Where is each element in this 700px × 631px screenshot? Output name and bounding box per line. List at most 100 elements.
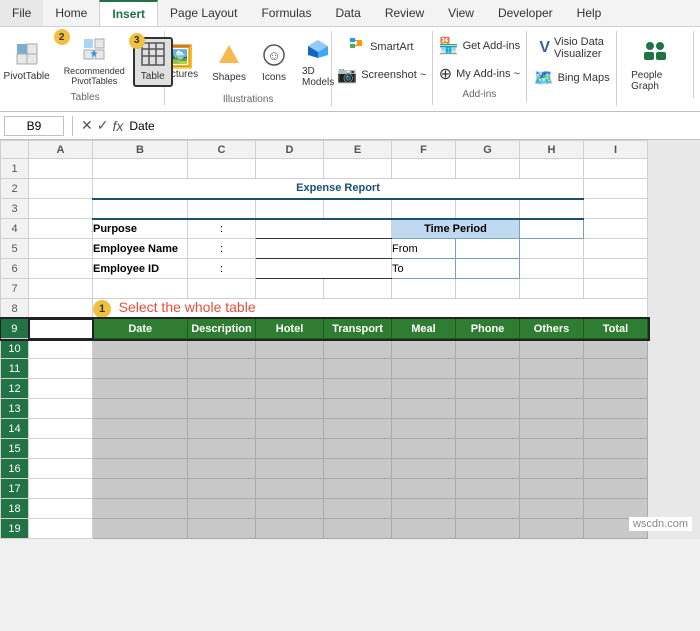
table-row[interactable]: 17 bbox=[1, 479, 648, 499]
screenshot-label: Screenshot ~ bbox=[361, 69, 426, 81]
ribbon-group-apps: V Visio DataVisualizer 🗺️ Bing Maps bbox=[527, 31, 617, 106]
col-header-a[interactable]: A bbox=[29, 141, 93, 159]
tab-page-layout[interactable]: Page Layout bbox=[158, 0, 249, 26]
table-row: 4 Purpose : Time Period bbox=[1, 219, 648, 239]
table-row[interactable]: 19 bbox=[1, 519, 648, 539]
cell-reference-input[interactable] bbox=[4, 116, 64, 136]
smartart-group-label bbox=[380, 92, 383, 103]
table-row[interactable]: 10 bbox=[1, 339, 648, 359]
col-meal: Meal bbox=[392, 319, 456, 339]
table-row: 8 1 Select the whole table bbox=[1, 299, 648, 319]
ribbon-group-illustrations: 🖼️ Pictures Shapes ☺ Icons 3DModels bbox=[165, 31, 332, 107]
step1-instruction: 1 Select the whole table bbox=[93, 299, 648, 319]
formula-input[interactable] bbox=[127, 117, 696, 135]
tab-view[interactable]: View bbox=[436, 0, 486, 26]
col-others: Others bbox=[520, 319, 584, 339]
my-addins-button[interactable]: ⊕ My Add-ins ~ bbox=[432, 61, 527, 87]
svg-text:☺: ☺ bbox=[267, 48, 280, 63]
col-phone: Phone bbox=[456, 319, 520, 339]
col-header-c[interactable]: C bbox=[188, 141, 256, 159]
table-row[interactable]: 13 bbox=[1, 399, 648, 419]
bing-maps-button[interactable]: 🗺️ Bing Maps bbox=[527, 65, 617, 91]
row-header-1[interactable]: 1 bbox=[1, 159, 29, 179]
formula-divider bbox=[72, 116, 73, 136]
formula-bar: ✕ ✓ fx bbox=[0, 112, 700, 140]
col-description: Description bbox=[188, 319, 256, 339]
tab-review[interactable]: Review bbox=[373, 0, 436, 26]
table-row[interactable]: 14 bbox=[1, 419, 648, 439]
get-addins-button[interactable]: 🏪 Get Add-ins bbox=[432, 33, 527, 59]
table-row[interactable]: 9 Date Description Hotel Transport Meal … bbox=[1, 319, 648, 339]
col-header-f[interactable]: F bbox=[392, 141, 456, 159]
formula-check-icon[interactable]: ✕ bbox=[81, 117, 93, 134]
badge-3: 3 bbox=[129, 33, 145, 49]
get-addins-label: Get Add-ins bbox=[463, 40, 520, 52]
smartart-button[interactable]: SmartArt bbox=[343, 33, 420, 60]
table-row: 7 bbox=[1, 279, 648, 299]
col-header-d[interactable]: D bbox=[256, 141, 324, 159]
people-graph-button[interactable]: People Graph bbox=[625, 33, 685, 96]
shapes-button[interactable]: Shapes bbox=[206, 39, 252, 87]
table-row: 1 bbox=[1, 159, 648, 179]
col-transport: Transport bbox=[324, 319, 392, 339]
screenshot-button[interactable]: 📷 Screenshot ~ bbox=[330, 62, 433, 88]
table-row: 6 Employee ID : To bbox=[1, 259, 648, 279]
watermark: wscdn.com bbox=[629, 517, 692, 531]
formula-fx-icon[interactable]: fx bbox=[112, 118, 123, 134]
table-row: 3 bbox=[1, 199, 648, 219]
tab-insert[interactable]: Insert bbox=[99, 0, 158, 26]
visio-label: Visio DataVisualizer bbox=[554, 36, 604, 60]
col-header-e[interactable]: E bbox=[324, 141, 392, 159]
table-row: 2 Expense Report bbox=[1, 179, 648, 199]
svg-text:★: ★ bbox=[90, 49, 99, 60]
row-header-9[interactable]: 9 bbox=[1, 319, 29, 339]
expense-report-title: Expense Report bbox=[93, 179, 584, 199]
smartart-label: SmartArt bbox=[370, 41, 413, 53]
tab-developer[interactable]: Developer bbox=[486, 0, 565, 26]
col-header-b[interactable]: B bbox=[93, 141, 188, 159]
col-header-g[interactable]: G bbox=[456, 141, 520, 159]
table-row[interactable]: 16 bbox=[1, 459, 648, 479]
ribbon-group-tables: PivotTable 2 ★ RecommendedPivotTables 3 bbox=[6, 31, 165, 105]
tab-data[interactable]: Data bbox=[323, 0, 372, 26]
row-header-4[interactable]: 4 bbox=[1, 219, 29, 239]
addins-group-label: Add-ins bbox=[462, 89, 496, 100]
visio-button[interactable]: V Visio DataVisualizer bbox=[532, 33, 611, 63]
row-header-3[interactable]: 3 bbox=[1, 199, 29, 219]
row-header-7[interactable]: 7 bbox=[1, 279, 29, 299]
table-row[interactable]: 12 bbox=[1, 379, 648, 399]
row-header-2[interactable]: 2 bbox=[1, 179, 29, 199]
tab-help[interactable]: Help bbox=[565, 0, 614, 26]
to-label: To bbox=[392, 259, 456, 279]
col-header-i[interactable]: I bbox=[584, 141, 648, 159]
tab-file[interactable]: File bbox=[0, 0, 43, 26]
row-header-8[interactable]: 8 bbox=[1, 299, 29, 319]
ribbon-content: PivotTable 2 ★ RecommendedPivotTables 3 bbox=[0, 27, 700, 112]
badge-2: 2 bbox=[54, 29, 70, 45]
illustrations-group-label: Illustrations bbox=[223, 94, 274, 105]
corner-header bbox=[1, 141, 29, 159]
row-header-5[interactable]: 5 bbox=[1, 239, 29, 259]
col-header-h[interactable]: H bbox=[520, 141, 584, 159]
my-addins-label: My Add-ins ~ bbox=[456, 68, 520, 80]
employee-name-label: Employee Name bbox=[93, 239, 188, 259]
pivottable-button[interactable]: PivotTable bbox=[0, 38, 56, 86]
step1-circle: 1 bbox=[93, 300, 111, 318]
formula-cancel-icon[interactable]: ✓ bbox=[97, 117, 109, 134]
employee-id-label: Employee ID bbox=[93, 259, 188, 279]
ribbon-group-smartart: SmartArt 📷 Screenshot ~ bbox=[332, 31, 433, 105]
table-row[interactable]: 11 bbox=[1, 359, 648, 379]
col-date: Date bbox=[93, 319, 188, 339]
icons-button[interactable]: ☺ Icons bbox=[254, 39, 294, 87]
table-row[interactable]: 15 bbox=[1, 439, 648, 459]
tables-group-label: Tables bbox=[71, 92, 100, 103]
table-row[interactable]: 18 bbox=[1, 499, 648, 519]
step1-text: Select the whole table bbox=[119, 299, 256, 315]
tab-home[interactable]: Home bbox=[43, 0, 99, 26]
ribbon-tabs: File Home Insert Page Layout Formulas Da… bbox=[0, 0, 700, 27]
tab-formulas[interactable]: Formulas bbox=[249, 0, 323, 26]
people-graph-label: People Graph bbox=[631, 70, 679, 92]
row-header-6[interactable]: 6 bbox=[1, 259, 29, 279]
table-row: 5 Employee Name : From bbox=[1, 239, 648, 259]
recommended-pivottables-button[interactable]: ★ RecommendedPivotTables bbox=[58, 33, 131, 90]
